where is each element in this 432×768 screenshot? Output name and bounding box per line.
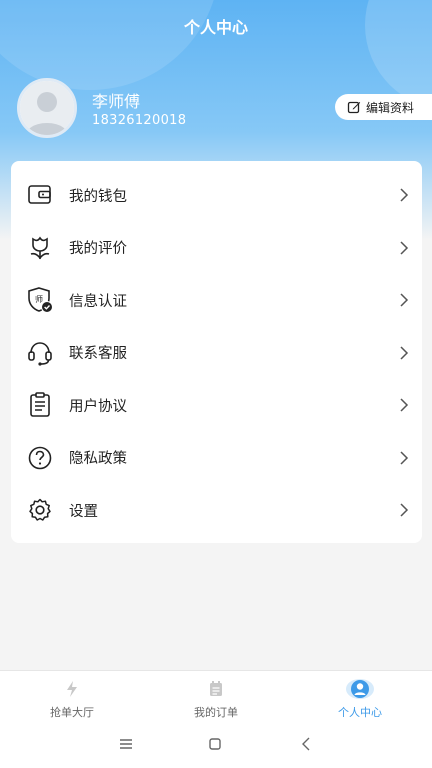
person-icon <box>345 679 375 699</box>
chevron-right-icon <box>400 346 409 360</box>
menu-item-label: 隐私政策 <box>69 451 127 468</box>
shield-badge-icon: 师 <box>26 286 54 314</box>
menu-item-user-agreement[interactable]: 用户协议 <box>11 379 422 432</box>
back-icon[interactable] <box>298 736 318 754</box>
menu-item-wallet[interactable]: 我的钱包 <box>11 169 422 222</box>
menu-item-label: 用户协议 <box>69 398 127 415</box>
edit-profile-label: 编辑资料 <box>366 100 415 115</box>
tab-personal-center[interactable]: 个人中心 <box>288 671 432 722</box>
bottom-tab-bar: 抢单大厅 我的订单 个人中心 <box>0 670 432 722</box>
menu-item-label: 我的评价 <box>69 241 127 258</box>
menu-item-label: 信息认证 <box>69 293 127 310</box>
chevron-right-icon <box>400 293 409 307</box>
chevron-right-icon <box>400 188 409 202</box>
menu-item-label: 我的钱包 <box>69 188 127 205</box>
chevron-right-icon <box>400 398 409 412</box>
home-icon[interactable] <box>207 736 227 754</box>
tab-label: 抢单大厅 <box>50 706 94 719</box>
wallet-icon <box>26 181 54 209</box>
headset-icon <box>26 339 54 367</box>
user-phone: 18326120018 <box>92 113 187 128</box>
page-title: 个人中心 <box>183 18 248 37</box>
tab-label: 我的订单 <box>194 706 238 719</box>
clipboard-icon <box>26 391 54 419</box>
menu-card: 我的钱包 我的评价 师 信息认证 联系客服 用户协议 隐私政策 设置 <box>11 161 422 543</box>
user-name: 李师傅 <box>92 92 141 111</box>
lightning-icon <box>65 679 79 699</box>
question-circle-icon <box>26 444 54 472</box>
flower-icon <box>26 234 54 262</box>
menu-item-customer-service[interactable]: 联系客服 <box>11 327 422 380</box>
menu-icon[interactable] <box>118 736 138 754</box>
chevron-right-icon <box>400 241 409 255</box>
edit-profile-button[interactable]: 编辑资料 <box>335 94 432 120</box>
menu-item-settings[interactable]: 设置 <box>11 484 422 537</box>
tab-my-orders[interactable]: 我的订单 <box>144 671 288 722</box>
menu-item-reviews[interactable]: 我的评价 <box>11 222 422 275</box>
tab-label: 个人中心 <box>338 706 382 719</box>
menu-item-verification[interactable]: 师 信息认证 <box>11 274 422 327</box>
chevron-right-icon <box>400 503 409 517</box>
edit-icon <box>347 101 361 114</box>
menu-item-label: 联系客服 <box>69 346 127 363</box>
system-navigation-bar <box>0 722 432 768</box>
menu-item-label: 设置 <box>69 503 98 520</box>
gear-icon <box>26 496 54 524</box>
menu-item-privacy-policy[interactable]: 隐私政策 <box>11 432 422 485</box>
svg-text:师: 师 <box>35 294 43 304</box>
avatar[interactable] <box>17 78 77 138</box>
calendar-icon <box>208 679 224 699</box>
chevron-right-icon <box>400 451 409 465</box>
tab-order-hall[interactable]: 抢单大厅 <box>0 671 144 722</box>
